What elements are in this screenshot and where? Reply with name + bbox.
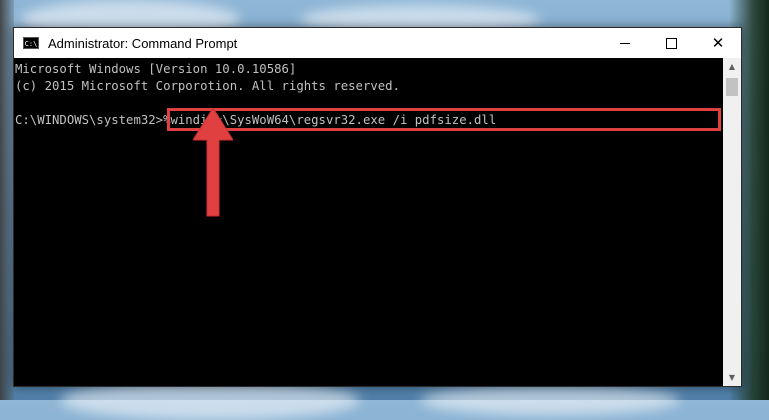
scroll-thumb[interactable] xyxy=(726,78,738,96)
up-arrow-icon xyxy=(193,108,233,217)
close-icon: ✕ xyxy=(711,33,725,52)
maximize-button[interactable] xyxy=(648,28,694,58)
command-prompt-icon[interactable]: C:\ xyxy=(23,37,39,49)
console-output[interactable]: Microsoft Windows [Version 10.0.10586] (… xyxy=(14,58,723,386)
chevron-down-icon: ▼ xyxy=(728,373,736,382)
scroll-up-button[interactable]: ▲ xyxy=(723,58,741,75)
title-bar[interactable]: C:\ Administrator: Command Prompt ✕ xyxy=(14,28,741,58)
desktop-edge-left xyxy=(0,0,14,400)
maximize-icon xyxy=(665,37,677,49)
minimize-button[interactable] xyxy=(602,28,648,58)
close-button[interactable]: ✕ xyxy=(695,28,741,58)
scroll-down-button[interactable]: ▼ xyxy=(723,369,741,386)
window-title: Administrator: Command Prompt xyxy=(48,35,238,51)
command-highlight-box xyxy=(167,108,721,131)
console-line-version: Microsoft Windows [Version 10.0.10586] xyxy=(15,62,297,76)
console-line-copyright: (c) 2015 Microsoft Corporotion. All righ… xyxy=(15,79,400,93)
command-prompt-window[interactable]: C:\ Administrator: Command Prompt ✕ Micr… xyxy=(13,27,742,387)
vertical-scrollbar[interactable]: ▲ ▼ xyxy=(723,58,741,386)
minimize-icon xyxy=(620,42,630,44)
chevron-up-icon: ▲ xyxy=(728,62,736,71)
